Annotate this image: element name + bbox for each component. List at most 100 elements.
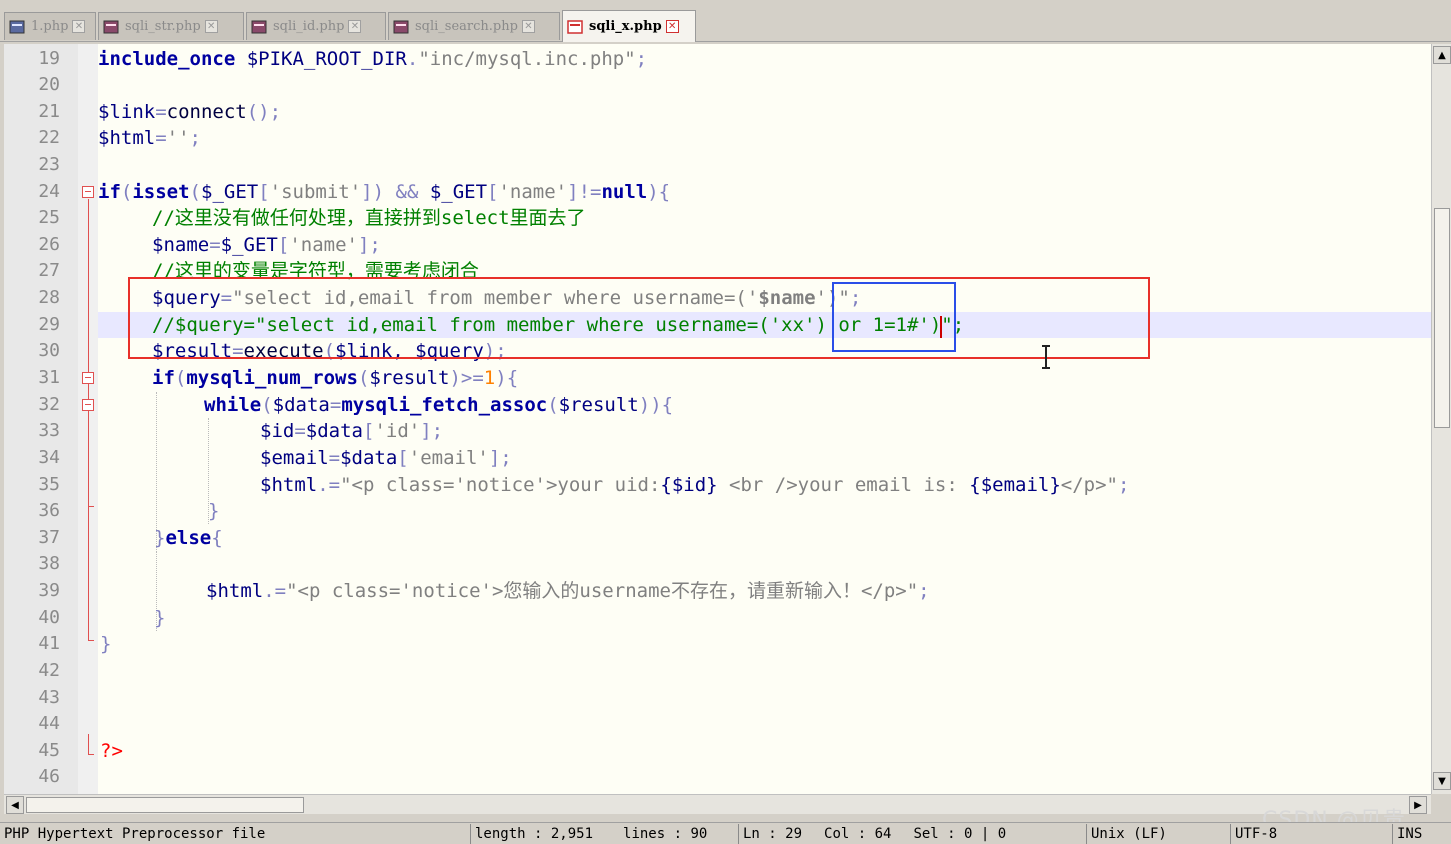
tab-1-php[interactable]: 1.php ✕ xyxy=(4,12,96,40)
line-number: 30 xyxy=(38,340,60,361)
php-file-icon xyxy=(103,19,119,35)
fold-line xyxy=(88,640,94,641)
arrow-down-icon[interactable]: ▼ xyxy=(1433,772,1451,790)
close-icon[interactable]: ✕ xyxy=(204,20,218,33)
code-editor[interactable]: 19 20 21 22 23 24 25 26 27 28 29 30 31 3… xyxy=(4,44,1431,794)
code-line-34: $email=$data['email']; xyxy=(260,447,512,469)
code-line-19: include_once $PIKA_ROOT_DIR."inc/mysql.i… xyxy=(98,48,648,70)
line-number: 34 xyxy=(38,447,60,468)
status-length: length : 2,951 xyxy=(475,826,594,842)
tab-label: sqli_x.php xyxy=(589,19,662,34)
status-ln: Ln : 29 xyxy=(743,826,803,842)
code-line-26: $name=$_GET['name']; xyxy=(152,234,381,256)
fold-line xyxy=(88,199,89,640)
status-eol[interactable]: Unix (LF) xyxy=(1086,824,1228,844)
line-number: 33 xyxy=(38,420,60,441)
tab-label: sqli_search.php xyxy=(415,19,518,34)
line-number-gutter: 19 20 21 22 23 24 25 26 27 28 29 30 31 3… xyxy=(4,44,78,794)
code-line-39: $html.="<p class='notice'>您输入的username不存… xyxy=(206,580,930,602)
annotation-red-box xyxy=(128,277,1150,359)
line-number: 39 xyxy=(38,580,60,601)
vertical-scrollbar[interactable]: ▲ ▼ xyxy=(1431,44,1451,794)
code-line-22: $html=''; xyxy=(98,127,201,149)
tab-sqli-id[interactable]: sqli_id.php ✕ xyxy=(246,12,386,40)
tab-label: sqli_str.php xyxy=(125,19,201,34)
status-insert-mode[interactable]: INS xyxy=(1392,824,1451,844)
line-number: 43 xyxy=(38,687,60,708)
line-number: 21 xyxy=(38,101,60,122)
code-line-31: if(mysqli_num_rows($result)>=1){ xyxy=(152,367,519,389)
line-number: 24 xyxy=(38,181,60,202)
status-lines: lines : 90 xyxy=(623,826,708,842)
code-line-32: while($data=mysqli_fetch_assoc($result))… xyxy=(204,394,674,416)
line-number: 35 xyxy=(38,474,60,495)
line-number: 36 xyxy=(38,500,60,521)
arrow-up-icon[interactable]: ▲ xyxy=(1433,46,1451,64)
close-icon[interactable]: ✕ xyxy=(665,20,679,33)
php-file-icon xyxy=(393,19,409,35)
code-line-24: if(isset($_GET['submit']) && $_GET['name… xyxy=(98,181,671,203)
close-icon[interactable]: ✕ xyxy=(348,20,362,33)
arrow-left-icon[interactable]: ◀ xyxy=(6,796,24,814)
line-number: 27 xyxy=(38,260,60,281)
code-line-45: ?> xyxy=(100,740,123,762)
tab-sqli-str[interactable]: sqli_str.php ✕ xyxy=(98,12,244,40)
code-line-21: $link=connect(); xyxy=(98,101,282,123)
fold-line xyxy=(88,734,89,754)
vertical-scroll-thumb[interactable] xyxy=(1434,208,1450,428)
text-caret xyxy=(940,316,942,338)
close-icon[interactable]: ✕ xyxy=(521,20,535,33)
status-sel: Sel : 0 | 0 xyxy=(913,826,1007,842)
line-number: 32 xyxy=(38,394,60,415)
code-area[interactable]: include_once $PIKA_ROOT_DIR."inc/mysql.i… xyxy=(98,44,1431,794)
ibeam-cursor-icon xyxy=(1040,344,1052,376)
code-line-25: //这里没有做任何处理，直接拼到select里面去了 xyxy=(152,207,586,229)
line-number: 31 xyxy=(38,367,60,388)
line-number: 42 xyxy=(38,660,60,681)
line-number: 23 xyxy=(38,154,60,175)
status-filetype: PHP Hypertext Preprocessor file xyxy=(4,826,266,842)
line-number: 29 xyxy=(38,314,60,335)
code-line-41: } xyxy=(100,633,112,655)
php-file-icon xyxy=(567,19,583,35)
horizontal-scrollbar[interactable]: ◀ ▶ xyxy=(4,794,1431,814)
line-number: 20 xyxy=(38,74,60,95)
line-number: 28 xyxy=(38,287,60,308)
line-number: 26 xyxy=(38,234,60,255)
fold-minus-icon[interactable] xyxy=(82,186,94,198)
line-number: 37 xyxy=(38,527,60,548)
code-line-36: } xyxy=(208,500,220,522)
line-number: 38 xyxy=(38,553,60,574)
status-position: Ln : 29 Col : 64 Sel : 0 | 0 xyxy=(738,824,1084,844)
horizontal-scroll-thumb[interactable] xyxy=(26,797,304,813)
tab-sqli-search[interactable]: sqli_search.php ✕ xyxy=(388,12,560,40)
fold-minus-icon[interactable] xyxy=(82,372,94,384)
tab-label: 1.php xyxy=(31,19,69,34)
line-number: 22 xyxy=(38,127,60,148)
line-number: 40 xyxy=(38,607,60,628)
tab-sqli-x[interactable]: sqli_x.php ✕ xyxy=(562,10,696,42)
code-line-33: $id=$data['id']; xyxy=(260,420,444,442)
line-number: 45 xyxy=(38,740,60,761)
tab-label: sqli_id.php xyxy=(273,19,345,34)
fold-line xyxy=(88,506,94,507)
status-col: Col : 64 xyxy=(824,826,892,842)
status-encoding[interactable]: UTF-8 xyxy=(1230,824,1390,844)
code-line-35: $html.="<p class='notice'>your uid:{$id}… xyxy=(260,474,1130,496)
fold-minus-icon[interactable] xyxy=(82,399,94,411)
tab-bar: 1.php ✕ sqli_str.php ✕ sqli_id.php ✕ sql… xyxy=(0,0,1451,42)
php-file-icon xyxy=(251,19,267,35)
code-line-40: } xyxy=(154,607,166,629)
line-number: 46 xyxy=(38,766,60,787)
status-bar: PHP Hypertext Preprocessor file length :… xyxy=(0,822,1451,844)
fold-line xyxy=(88,754,94,755)
line-number: 41 xyxy=(38,633,60,654)
line-number: 44 xyxy=(38,713,60,734)
code-line-37: }else{ xyxy=(154,527,223,549)
line-number: 25 xyxy=(38,207,60,228)
line-number: 19 xyxy=(38,48,60,69)
close-icon[interactable]: ✕ xyxy=(72,20,86,33)
annotation-blue-box xyxy=(832,282,956,352)
arrow-right-icon[interactable]: ▶ xyxy=(1409,796,1427,814)
status-length-lines: length : 2,951 lines : 90 xyxy=(470,824,736,844)
